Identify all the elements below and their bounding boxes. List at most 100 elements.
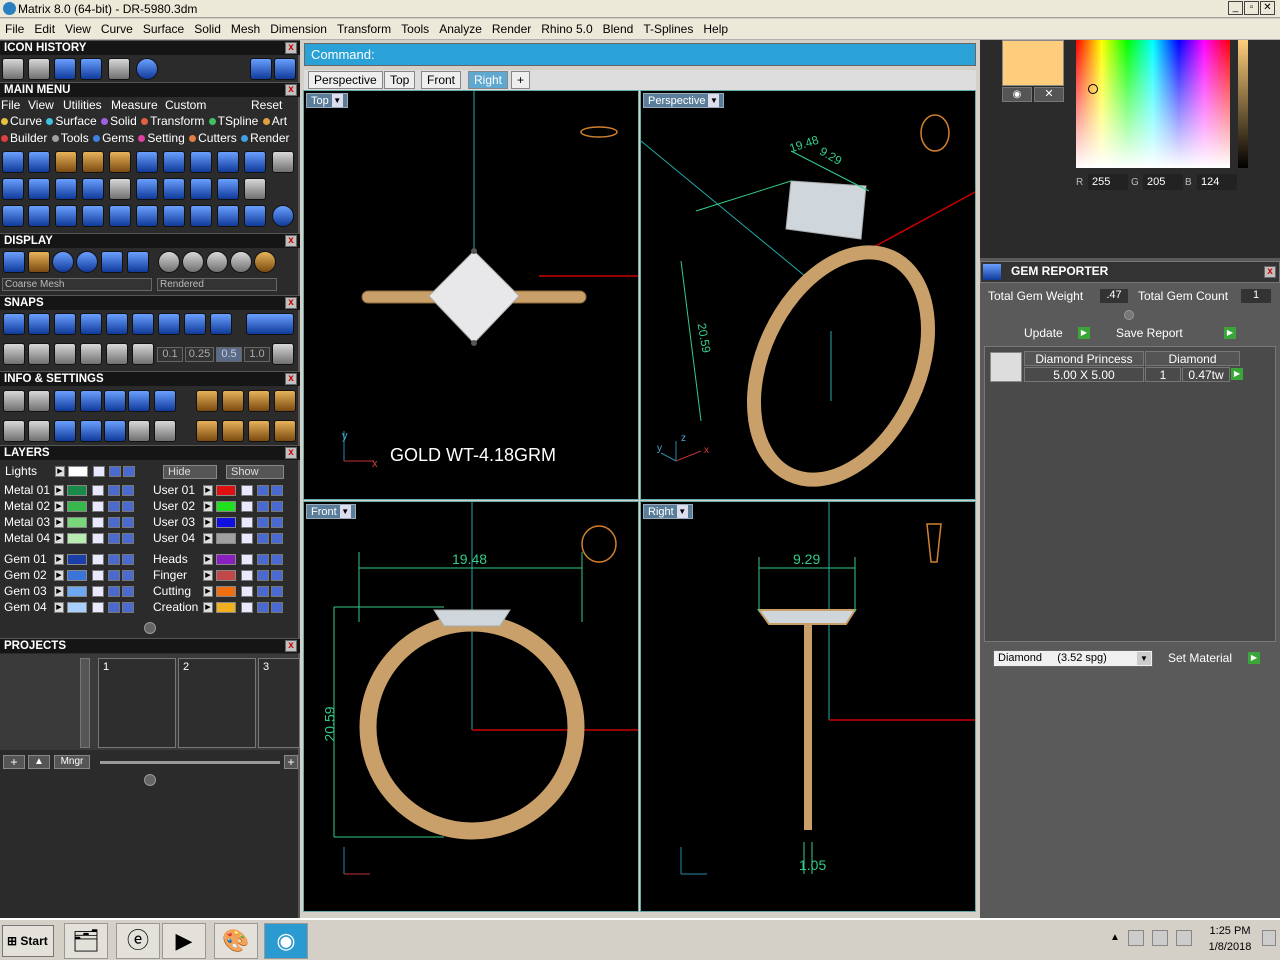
layout-icon[interactable] (3, 420, 25, 442)
tool-icon[interactable] (2, 151, 24, 173)
color-spectrum[interactable] (1076, 40, 1230, 168)
close-button[interactable]: ✕ (1260, 1, 1275, 15)
layer-visibility-icon[interactable] (108, 533, 120, 544)
info-icon[interactable] (104, 390, 126, 412)
mm-art[interactable]: Art (262, 114, 287, 128)
tab-front[interactable]: Front (421, 71, 462, 89)
tab-right[interactable]: Right (468, 71, 509, 89)
tool-icon[interactable] (163, 205, 185, 227)
snap-icon[interactable] (106, 343, 128, 365)
layer-expand-icon[interactable]: ▶ (203, 533, 213, 544)
mm-solid[interactable]: Solid (100, 114, 137, 128)
lights-visibility-icon[interactable] (109, 466, 121, 477)
settings-icon[interactable] (274, 420, 296, 442)
layer-color-swatch[interactable] (216, 533, 236, 544)
layer-print-icon[interactable] (271, 501, 283, 512)
gem-row-expand-icon[interactable]: ▶ (1231, 368, 1243, 380)
layer-expand-icon[interactable]: ▶ (54, 501, 64, 512)
tool-icon[interactable] (190, 178, 212, 200)
layer-expand-icon[interactable]: ▶ (203, 517, 213, 528)
toolbar-icon[interactable] (2, 58, 24, 80)
tool-icon[interactable] (109, 178, 131, 200)
snap-value-3[interactable]: 1.0 (244, 347, 270, 362)
tool-icon[interactable] (82, 205, 104, 227)
add-project-button[interactable]: + (3, 755, 25, 769)
layer-print-icon[interactable] (122, 570, 134, 581)
menu-dimension[interactable]: Dimension (265, 19, 332, 36)
settings-icon[interactable] (274, 390, 296, 412)
snap-icon[interactable] (3, 313, 25, 335)
color-picker-cursor[interactable] (1088, 84, 1098, 94)
project-scrollbar[interactable] (80, 658, 90, 748)
layer-visibility-icon[interactable] (257, 517, 269, 528)
viewport-perspective[interactable]: Perspective ▼ z x y 19.48 9.29 20.59 (640, 90, 976, 500)
info-icon[interactable] (80, 390, 102, 412)
layer-lock-icon[interactable] (241, 586, 253, 597)
layer-color-swatch[interactable] (67, 602, 87, 613)
layer-lock-icon[interactable] (241, 570, 253, 581)
layer-visibility-icon[interactable] (108, 586, 120, 597)
layer-lock-icon[interactable] (241, 501, 253, 512)
mm-setting[interactable]: Setting (137, 131, 185, 145)
snap-icon[interactable] (80, 343, 102, 365)
info-icon[interactable] (128, 420, 150, 442)
close-icon[interactable]: x (285, 84, 297, 96)
menu-render[interactable]: Render (487, 19, 536, 36)
menu-tsplines[interactable]: T-Splines (638, 19, 698, 36)
layer-lock-icon[interactable] (92, 517, 104, 528)
gem-row[interactable]: Diamond Princess Diamond 5.00 X 5.00 1 0… (988, 350, 1243, 384)
tool-icon[interactable] (28, 151, 50, 173)
history-icon[interactable] (80, 58, 102, 80)
settings-icon[interactable] (248, 390, 270, 412)
sphere-icon[interactable] (76, 251, 98, 273)
project-slider[interactable] (100, 761, 280, 764)
tool-icon[interactable] (136, 151, 158, 173)
menu-rhino[interactable]: Rhino 5.0 (536, 19, 597, 36)
snap-icon[interactable] (106, 313, 128, 335)
settings-icon[interactable] (248, 420, 270, 442)
history-icon[interactable] (54, 58, 76, 80)
file-explorer-icon[interactable]: 🗂 (64, 923, 108, 959)
save-report-button[interactable]: Save Report ▶ (1112, 325, 1238, 342)
color-wheel-icon[interactable]: ◉ (1002, 87, 1032, 102)
menu-tools[interactable]: Tools (396, 19, 434, 36)
tool-icon[interactable] (82, 151, 104, 173)
layer-expand-icon[interactable]: ▶ (203, 586, 213, 597)
snap-icon[interactable] (54, 343, 76, 365)
project-slot-1[interactable]: 1 (98, 658, 176, 748)
info-icon[interactable] (28, 420, 50, 442)
tool-icon[interactable] (244, 205, 266, 227)
tool-icon[interactable] (55, 178, 77, 200)
tool-icon[interactable] (244, 178, 266, 200)
info-icon[interactable] (54, 390, 76, 412)
lights-color-swatch[interactable] (68, 466, 88, 477)
snap-icon[interactable] (28, 313, 50, 335)
layer-expand-icon[interactable]: ▶ (203, 602, 213, 613)
tool-icon[interactable] (55, 205, 77, 227)
save-icon[interactable] (28, 58, 50, 80)
menu-transform[interactable]: Transform (332, 19, 396, 36)
sphere-icon[interactable] (230, 251, 252, 273)
layer-color-swatch[interactable] (67, 586, 87, 597)
tray-network-icon[interactable] (1128, 930, 1144, 946)
tool-icon[interactable] (136, 178, 158, 200)
tray-volume-icon[interactable] (1176, 930, 1192, 946)
snap-value-0[interactable]: 0.1 (157, 347, 183, 362)
settings-icon[interactable] (3, 390, 25, 412)
filter-icon[interactable] (104, 420, 126, 442)
snap-icon[interactable] (246, 313, 294, 335)
viewport-top[interactable]: Top ▼ y x GOLD WT-4.18GRM (303, 90, 639, 500)
tool-icon[interactable] (109, 151, 131, 173)
up-project-button[interactable]: ▲ (28, 755, 50, 769)
layer-expand-icon[interactable]: ▶ (54, 602, 64, 613)
layer-expand-icon[interactable]: ▶ (203, 554, 213, 565)
layer-expand-icon[interactable]: ▶ (54, 570, 64, 581)
menu-help[interactable]: Help (698, 19, 733, 36)
mm-render[interactable]: Render (240, 131, 290, 145)
update-button[interactable]: Update ▶ (1020, 325, 1092, 342)
layer-color-swatch[interactable] (67, 533, 87, 544)
layer-color-swatch[interactable] (67, 570, 87, 581)
projects-collapse-icon[interactable] (144, 774, 156, 786)
layer-print-icon[interactable] (122, 554, 134, 565)
snap-icon[interactable] (132, 343, 154, 365)
